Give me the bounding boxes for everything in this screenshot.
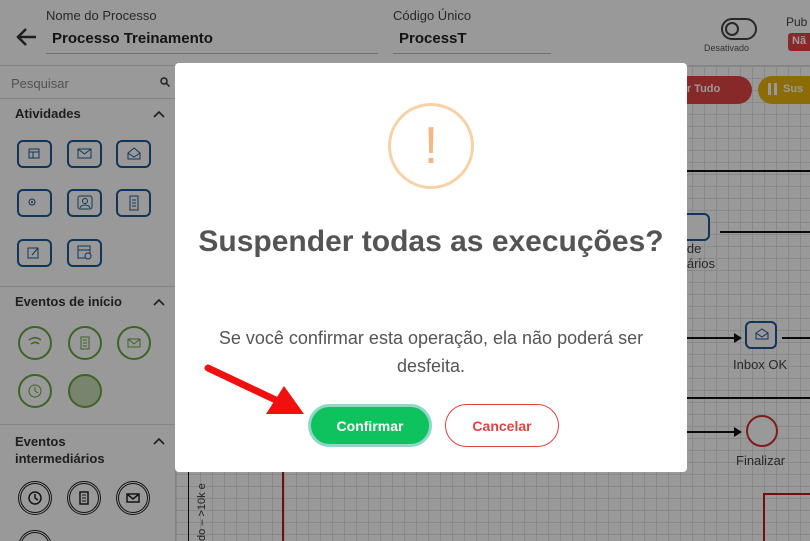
warning-icon: ! xyxy=(388,103,474,189)
red-arrow-annotation xyxy=(204,364,304,414)
cancel-button[interactable]: Cancelar xyxy=(445,404,559,447)
warning-glyph: ! xyxy=(423,117,439,175)
dialog-title: Suspender todas as execuções? xyxy=(198,225,664,258)
confirm-button[interactable]: Confirmar xyxy=(308,404,432,447)
